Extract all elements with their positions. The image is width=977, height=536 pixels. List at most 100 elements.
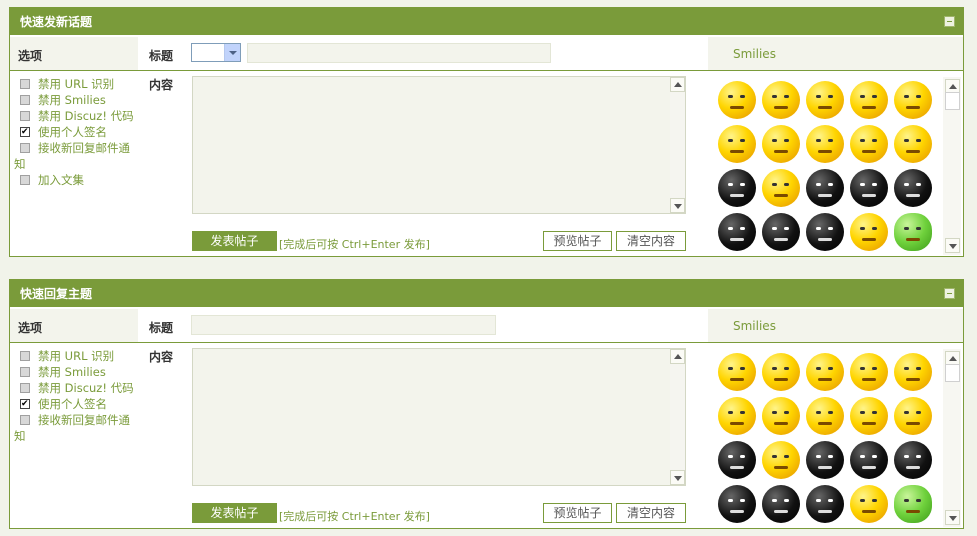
option-disable-url[interactable]: 禁用 URL 识别 xyxy=(14,76,138,92)
checkbox[interactable] xyxy=(20,143,30,153)
title-input[interactable] xyxy=(247,43,551,63)
option-disable-smilies[interactable]: 禁用 Smilies xyxy=(14,92,138,108)
scroll-thumb[interactable] xyxy=(945,364,960,382)
smiley-yellow-icon[interactable] xyxy=(850,125,888,163)
content-textarea[interactable] xyxy=(192,348,686,486)
smiley-black-icon[interactable] xyxy=(806,485,844,523)
panel-title: 快速回复主题 xyxy=(20,287,93,301)
smiley-black-icon[interactable] xyxy=(718,485,756,523)
smiley-black-icon[interactable] xyxy=(762,213,800,251)
scroll-down-icon[interactable] xyxy=(670,470,685,485)
checkbox-checked[interactable] xyxy=(20,396,30,412)
option-email-notify[interactable]: 接收新回复邮件通知 xyxy=(14,412,138,444)
smiley-black-icon[interactable] xyxy=(718,441,756,479)
panel-header: 快速发新话题 xyxy=(10,8,963,36)
smiley-yellow-icon[interactable] xyxy=(850,213,888,251)
checkbox[interactable] xyxy=(20,383,30,393)
smiley-black-icon[interactable] xyxy=(806,169,844,207)
scroll-thumb[interactable] xyxy=(945,92,960,110)
option-disable-discuz-code[interactable]: 禁用 Discuz! 代码 xyxy=(14,380,138,396)
option-use-signature[interactable]: 使用个人签名 xyxy=(14,124,138,140)
checkbox[interactable] xyxy=(20,111,30,121)
option-disable-url[interactable]: 禁用 URL 识别 xyxy=(14,348,138,364)
smiley-yellow-icon[interactable] xyxy=(718,353,756,391)
smiley-yellow-icon[interactable] xyxy=(806,353,844,391)
smiley-yellow-icon[interactable] xyxy=(894,125,932,163)
smiley-green-icon[interactable] xyxy=(894,485,932,523)
title-input[interactable] xyxy=(191,315,496,335)
title-label: 标题 xyxy=(149,49,174,63)
smiley-black-icon[interactable] xyxy=(894,169,932,207)
options-list: 禁用 URL 识别 禁用 Smilies 禁用 Discuz! 代码 使用个人签… xyxy=(14,348,138,444)
smiley-yellow-icon[interactable] xyxy=(806,81,844,119)
options-label: 选项 xyxy=(18,321,43,335)
smiley-black-icon[interactable] xyxy=(806,441,844,479)
smiley-yellow-icon[interactable] xyxy=(894,353,932,391)
content-textarea[interactable] xyxy=(192,76,686,214)
smiley-black-icon[interactable] xyxy=(718,213,756,251)
preview-button[interactable]: 预览帖子 xyxy=(543,503,612,523)
preview-button[interactable]: 预览帖子 xyxy=(543,231,612,251)
smiley-yellow-icon[interactable] xyxy=(850,81,888,119)
checkbox[interactable] xyxy=(20,79,30,89)
smiley-yellow-icon[interactable] xyxy=(806,397,844,435)
checkbox[interactable] xyxy=(20,415,30,425)
smiley-black-icon[interactable] xyxy=(762,485,800,523)
smiley-yellow-icon[interactable] xyxy=(850,353,888,391)
smiley-yellow-icon[interactable] xyxy=(806,125,844,163)
title-type-select[interactable] xyxy=(191,43,241,62)
smiley-yellow-icon[interactable] xyxy=(718,81,756,119)
checkbox-checked[interactable] xyxy=(20,124,30,140)
scrollbar[interactable] xyxy=(670,349,685,485)
smiley-yellow-icon[interactable] xyxy=(762,81,800,119)
smiley-black-icon[interactable] xyxy=(850,169,888,207)
collapse-icon[interactable] xyxy=(944,288,955,299)
smiley-black-icon[interactable] xyxy=(806,213,844,251)
scroll-up-icon[interactable] xyxy=(670,349,685,364)
smiley-yellow-icon[interactable] xyxy=(762,397,800,435)
smiley-black-icon[interactable] xyxy=(850,441,888,479)
option-email-notify[interactable]: 接收新回复邮件通知 xyxy=(14,140,138,172)
smiley-yellow-icon[interactable] xyxy=(850,397,888,435)
smiley-yellow-icon[interactable] xyxy=(718,397,756,435)
smilies-label: Smilies xyxy=(733,47,776,61)
smiley-yellow-icon[interactable] xyxy=(894,81,932,119)
submit-hint: [完成后可按 Ctrl+Enter 发布] xyxy=(279,238,430,251)
panel-title: 快速发新话题 xyxy=(20,15,93,29)
smilies-label: Smilies xyxy=(733,319,776,333)
smiley-black-icon[interactable] xyxy=(718,169,756,207)
scroll-up-icon[interactable] xyxy=(670,77,685,92)
chevron-down-icon xyxy=(224,44,240,61)
panel-header: 快速回复主题 xyxy=(10,280,963,308)
smiley-black-icon[interactable] xyxy=(894,441,932,479)
clear-button[interactable]: 清空内容 xyxy=(616,503,686,523)
option-disable-smilies[interactable]: 禁用 Smilies xyxy=(14,364,138,380)
smilies-scrollbar[interactable] xyxy=(943,349,961,527)
smiley-yellow-icon[interactable] xyxy=(850,485,888,523)
smiley-yellow-icon[interactable] xyxy=(762,169,800,207)
option-disable-discuz-code[interactable]: 禁用 Discuz! 代码 xyxy=(14,108,138,124)
smiley-yellow-icon[interactable] xyxy=(762,353,800,391)
checkbox[interactable] xyxy=(20,351,30,361)
scrollbar[interactable] xyxy=(670,77,685,213)
content-label: 内容 xyxy=(149,78,174,92)
smiley-yellow-icon[interactable] xyxy=(762,125,800,163)
option-use-signature[interactable]: 使用个人签名 xyxy=(14,396,138,412)
smilies-grid xyxy=(707,349,961,527)
clear-button[interactable]: 清空内容 xyxy=(616,231,686,251)
checkbox[interactable] xyxy=(20,95,30,105)
collapse-icon[interactable] xyxy=(944,16,955,27)
smiley-yellow-icon[interactable] xyxy=(718,125,756,163)
smiley-yellow-icon[interactable] xyxy=(762,441,800,479)
smilies-scrollbar[interactable] xyxy=(943,77,961,255)
smiley-yellow-icon[interactable] xyxy=(894,397,932,435)
checkbox[interactable] xyxy=(20,175,30,185)
submit-post-button[interactable]: 发表帖子 xyxy=(192,231,277,251)
scroll-down-icon[interactable] xyxy=(945,238,960,253)
checkbox[interactable] xyxy=(20,367,30,377)
smiley-green-icon[interactable] xyxy=(894,213,932,251)
scroll-down-icon[interactable] xyxy=(670,198,685,213)
submit-post-button[interactable]: 发表帖子 xyxy=(192,503,277,523)
scroll-down-icon[interactable] xyxy=(945,510,960,525)
option-add-to-collection[interactable]: 加入文集 xyxy=(14,172,138,188)
